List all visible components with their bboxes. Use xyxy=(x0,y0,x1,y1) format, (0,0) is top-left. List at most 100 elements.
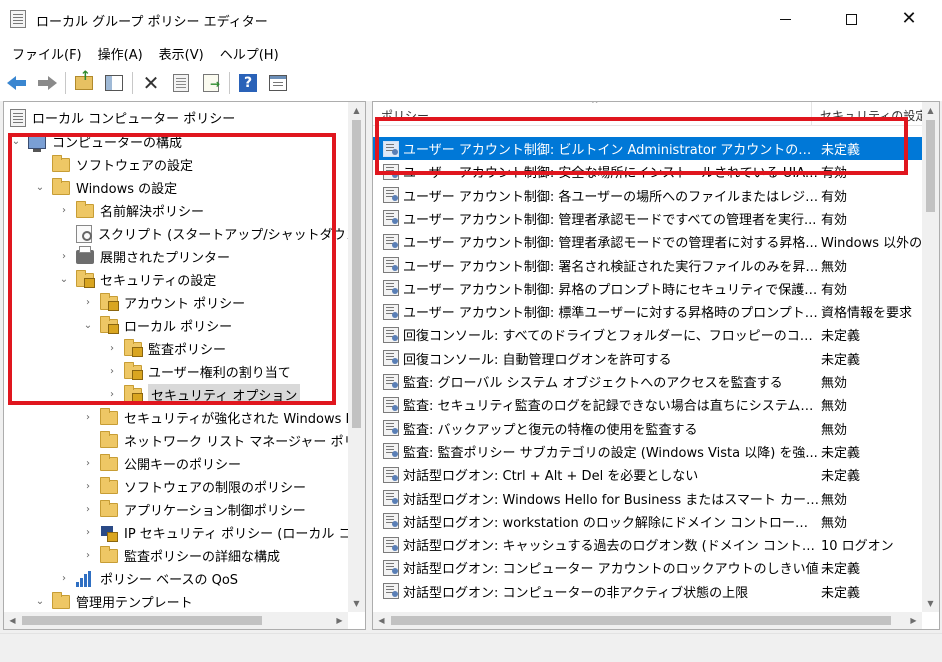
policy-setting-icon xyxy=(383,396,399,413)
menu-action[interactable]: 操作(A) xyxy=(92,40,149,66)
policy-row[interactable]: 回復コンソール: 自動管理ログオンを許可する 未定義 xyxy=(373,347,939,370)
policy-row[interactable]: ユーザー アカウント制御: 昇格のプロンプト時にセキュリティで保護され... 有効 xyxy=(373,277,939,300)
properties-button[interactable] xyxy=(170,72,192,94)
chevron-down-icon[interactable]: ⌄ xyxy=(34,596,46,608)
tree-node-network-list[interactable]: ネットワーク リスト マネージャー ポリシー xyxy=(82,429,365,452)
chevron-right-icon[interactable]: › xyxy=(82,550,94,562)
tree-node-scripts[interactable]: スクリプト (スタートアップ/シャットダウン) xyxy=(58,222,364,245)
policy-row[interactable]: 対話型ログオン: キャッシュする過去のログオン数 (ドメイン コントローラー..… xyxy=(373,533,939,556)
policy-row[interactable]: ユーザー アカウント制御: 標準ユーザーに対する昇格時のプロンプトの... 資格情… xyxy=(373,300,939,323)
folder-icon xyxy=(52,177,70,195)
chevron-right-icon[interactable]: › xyxy=(58,573,70,585)
tree-node-public-key[interactable]: › 公開キーのポリシー xyxy=(82,452,241,475)
policy-row[interactable]: 監査: バックアップと復元の特権の使用を監査する 無効 xyxy=(373,417,939,440)
chevron-right-icon[interactable]: › xyxy=(82,481,94,493)
forward-button[interactable] xyxy=(36,72,58,94)
view-button[interactable] xyxy=(267,72,289,94)
policy-name: ユーザー アカウント制御: 管理者承認モードですべての管理者を実行... xyxy=(403,212,817,228)
chevron-right-icon[interactable]: › xyxy=(82,504,94,516)
policy-row[interactable]: 対話型ログオン: コンピューター アカウントのロックアウトのしきい値 未定義 xyxy=(373,556,939,579)
policy-row[interactable]: ユーザー アカウント制御: ビルトイン Administrator アカウントの… xyxy=(373,137,939,160)
tree-node-label: セキュリティの設定 xyxy=(100,274,217,289)
policy-row[interactable]: 対話型ログオン: コンピューターの非アクティブ状態の上限 未定義 xyxy=(373,580,939,603)
tree-node-security-settings[interactable]: ⌄ セキュリティの設定 xyxy=(58,268,216,291)
policy-row[interactable]: 対話型ログオン: workstation のロック解除にドメイン コントローラー… xyxy=(373,510,939,533)
scroll-down-icon[interactable]: ▼ xyxy=(922,595,939,612)
tree-node-deployed-printers[interactable]: › 展開されたプリンター xyxy=(58,245,230,268)
tree-scroll-thumb[interactable] xyxy=(352,120,361,428)
maximize-button[interactable] xyxy=(828,0,874,38)
tree-node-security-options[interactable]: › セキュリティ オプション xyxy=(106,383,301,406)
tree-vertical-scrollbar[interactable]: ▲ ▼ xyxy=(348,102,365,612)
back-button[interactable] xyxy=(6,72,28,94)
chevron-right-icon[interactable]: › xyxy=(106,389,118,401)
scroll-up-icon[interactable]: ▲ xyxy=(922,102,939,119)
policy-row[interactable]: ユーザー アカウント制御: 管理者承認モードですべての管理者を実行... 有効 xyxy=(373,207,939,230)
chevron-right-icon[interactable]: › xyxy=(106,366,118,378)
scroll-down-icon[interactable]: ▼ xyxy=(348,595,365,612)
policy-row[interactable]: ユーザー アカウント制御: 安全な場所にインストールされている UIAcces.… xyxy=(373,160,939,183)
policy-row[interactable]: ユーザー アカウント制御: 管理者承認モードでの管理者に対する昇格... Wind… xyxy=(373,230,939,253)
list-hscroll-thumb[interactable] xyxy=(391,616,891,625)
tree-root[interactable]: ローカル コンピューター ポリシー xyxy=(10,106,235,129)
chevron-down-icon[interactable]: ⌄ xyxy=(58,274,70,286)
tree-node-advanced-audit[interactable]: › 監査ポリシーの詳細な構成 xyxy=(82,544,280,567)
minimize-button[interactable] xyxy=(762,0,808,38)
tree-node-ipsec[interactable]: › IP セキュリティ ポリシー (ローカル コンピ xyxy=(82,521,365,544)
chevron-down-icon[interactable]: ⌄ xyxy=(82,320,94,332)
chevron-down-icon[interactable]: ⌄ xyxy=(34,182,46,194)
policy-row[interactable]: 対話型ログオン: Windows Hello for Business またはス… xyxy=(373,487,939,510)
chevron-down-icon[interactable]: ⌄ xyxy=(10,136,22,148)
chevron-right-icon[interactable]: › xyxy=(82,412,94,424)
tree-node-software-restriction[interactable]: › ソフトウェアの制限のポリシー xyxy=(82,475,306,498)
tree-node-computer-config[interactable]: ⌄ コンピューターの構成 xyxy=(10,130,182,153)
tree-node-audit-policy[interactable]: › 監査ポリシー xyxy=(106,337,226,360)
export-list-button[interactable] xyxy=(200,72,222,94)
tree-node-local-policies[interactable]: ⌄ ローカル ポリシー xyxy=(82,314,232,337)
delete-button[interactable]: ✕ xyxy=(140,72,162,94)
tree-node-qos[interactable]: › ポリシー ベースの QoS xyxy=(58,567,238,590)
tree-node-software-settings[interactable]: ソフトウェアの設定 xyxy=(34,153,193,176)
scroll-left-icon[interactable]: ◀ xyxy=(4,612,21,629)
show-hide-tree-button[interactable] xyxy=(103,72,125,94)
tree-node-user-rights[interactable]: › ユーザー権利の割り当て xyxy=(106,360,291,383)
up-one-level-button[interactable] xyxy=(73,69,95,94)
tree-hscroll-thumb[interactable] xyxy=(22,616,262,625)
policy-name: 対話型ログオン: キャッシュする過去のログオン数 (ドメイン コントローラー..… xyxy=(403,539,819,555)
policy-row[interactable]: 監査: 監査ポリシー サブカテゴリの設定 (Windows Vista 以降) … xyxy=(373,440,939,463)
tree-node-name-resolution[interactable]: › 名前解決ポリシー xyxy=(58,199,204,222)
column-header-setting[interactable]: セキュリティの設定 xyxy=(812,102,939,126)
policy-editor-icon xyxy=(10,10,26,28)
column-header-policy[interactable]: ポリシー xyxy=(373,102,811,126)
list-horizontal-scrollbar[interactable]: ◀ ▶ xyxy=(373,612,922,629)
tree-node-admin-templates[interactable]: ⌄ 管理用テンプレート xyxy=(34,590,193,613)
chevron-right-icon[interactable]: › xyxy=(82,458,94,470)
scroll-up-icon[interactable]: ▲ xyxy=(348,102,365,119)
close-button[interactable]: ✕ xyxy=(886,0,932,38)
list-vertical-scrollbar[interactable]: ▲ ▼ xyxy=(922,102,939,612)
policy-row[interactable]: 監査: グローバル システム オブジェクトへのアクセスを監査する 無効 xyxy=(373,370,939,393)
list-scroll-thumb[interactable] xyxy=(926,120,935,212)
chevron-right-icon[interactable]: › xyxy=(82,297,94,309)
menu-view[interactable]: 表示(V) xyxy=(153,40,210,66)
policy-row[interactable]: 監査: セキュリティ監査のログを記録できない場合は直ちにシステムを... 無効 xyxy=(373,393,939,416)
scroll-right-icon[interactable]: ▶ xyxy=(905,612,922,629)
tree-node-windows-settings[interactable]: ⌄ Windows の設定 xyxy=(34,176,177,199)
scroll-right-icon[interactable]: ▶ xyxy=(331,612,348,629)
chevron-right-icon[interactable]: › xyxy=(106,343,118,355)
policy-row[interactable]: 回復コンソール: すべてのドライブとフォルダーに、フロッピーのコピーとアクセ..… xyxy=(373,323,939,346)
tree-node-windows-defender-firewall[interactable]: › セキュリティが強化された Windows D xyxy=(82,406,356,429)
menu-help[interactable]: ヘルプ(H) xyxy=(214,40,285,66)
tree-horizontal-scrollbar[interactable]: ◀ ▶ xyxy=(4,612,348,629)
chevron-right-icon[interactable]: › xyxy=(58,205,70,217)
chevron-right-icon[interactable]: › xyxy=(82,527,94,539)
chevron-right-icon[interactable]: › xyxy=(58,251,70,263)
policy-row[interactable]: 対話型ログオン: Ctrl + Alt + Del を必要としない 未定義 xyxy=(373,463,939,486)
tree-node-app-control[interactable]: › アプリケーション制御ポリシー xyxy=(82,498,306,521)
tree-node-account-policies[interactable]: › アカウント ポリシー xyxy=(82,291,245,314)
help-button[interactable]: ? xyxy=(237,72,259,94)
policy-row[interactable]: ユーザー アカウント制御: 各ユーザーの場所へのファイルまたはレジストリ... 有… xyxy=(373,184,939,207)
scroll-left-icon[interactable]: ◀ xyxy=(373,612,390,629)
policy-row[interactable]: ユーザー アカウント制御: 署名され検証された実行ファイルのみを昇格... 無効 xyxy=(373,254,939,277)
menu-file[interactable]: ファイル(F) xyxy=(6,40,88,66)
